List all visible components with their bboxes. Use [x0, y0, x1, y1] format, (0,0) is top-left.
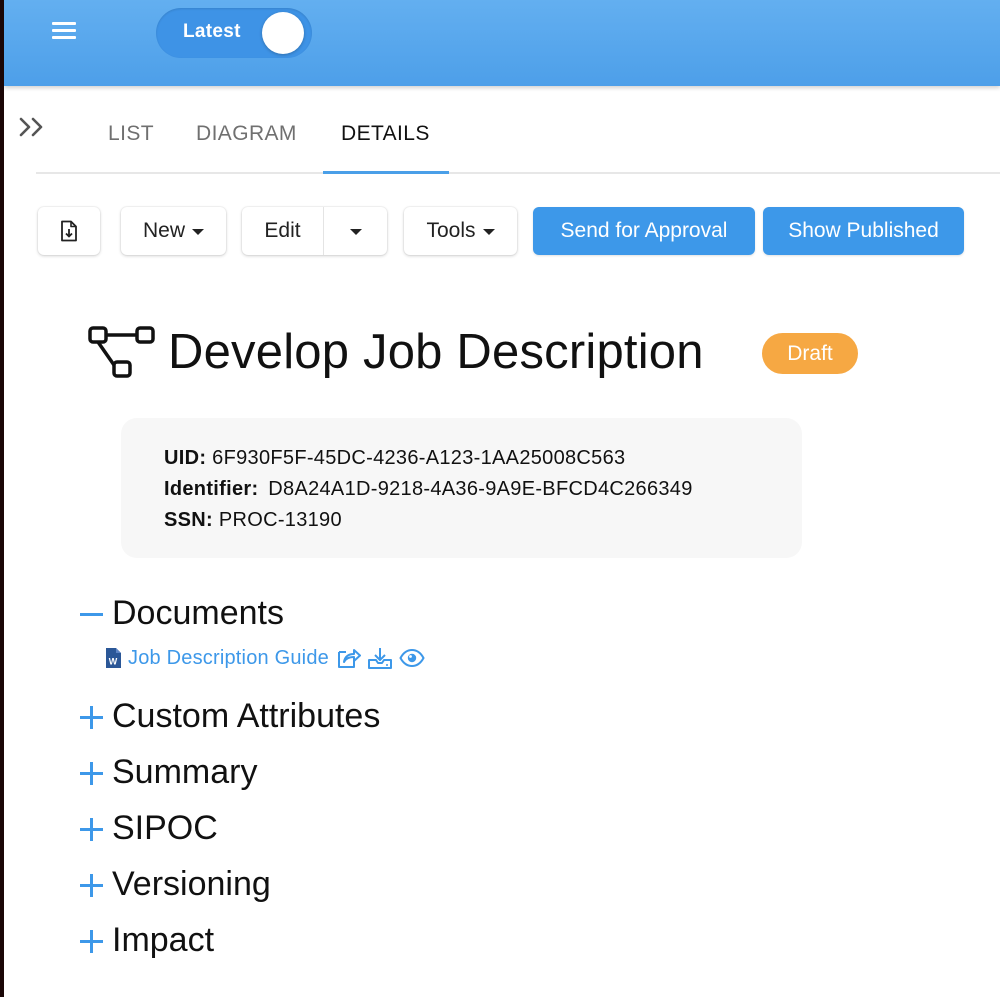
eye-icon[interactable]: [399, 645, 425, 671]
view-tabs: LIST DIAGRAM DETAILS: [36, 100, 1000, 174]
version-toggle-label: Latest: [183, 21, 241, 42]
uid-label: UID:: [164, 447, 207, 469]
version-toggle[interactable]: Latest: [156, 8, 312, 58]
page-title: Develop Job Description: [168, 325, 704, 379]
process-info-card: UID: 6F930F5F-45DC-4236-A123-1AA25008C56…: [121, 418, 802, 558]
section-summary[interactable]: Summary: [112, 753, 257, 792]
toggle-knob: [262, 12, 304, 54]
section-documents[interactable]: Documents: [112, 594, 284, 633]
tools-dropdown-button[interactable]: Tools: [404, 207, 517, 255]
expand-plus-icon[interactable]: [79, 761, 104, 786]
section-custom-attributes[interactable]: Custom Attributes: [112, 697, 380, 736]
expand-plus-icon[interactable]: [79, 929, 104, 954]
section-versioning[interactable]: Versioning: [112, 865, 271, 904]
edit-button-label: Edit: [264, 219, 301, 242]
expand-plus-icon[interactable]: [79, 817, 104, 842]
app-header: Latest: [4, 0, 1000, 86]
edit-button-group: Edit: [242, 207, 387, 255]
new-dropdown-button[interactable]: New: [121, 207, 226, 255]
tab-details[interactable]: DETAILS: [341, 122, 430, 146]
app-page: Latest LIST DIAGRAM DETAILS New Edit Too…: [0, 0, 1000, 997]
caret-down-icon: [482, 229, 495, 235]
show-published-label: Show Published: [788, 219, 939, 242]
active-tab-indicator: [323, 171, 449, 174]
word-file-icon: W: [106, 648, 121, 668]
identifier-value: D8A24A1D-9218-4A36-9A9E-BFCD4C266349: [268, 478, 693, 500]
send-for-approval-button[interactable]: Send for Approval: [533, 207, 755, 255]
process-flow-icon: [88, 326, 155, 378]
identifier-row: Identifier: D8A24A1D-9218-4A36-9A9E-BFCD…: [164, 478, 693, 501]
tab-list[interactable]: LIST: [108, 122, 154, 146]
ssn-label: SSN:: [164, 509, 213, 531]
send-for-approval-label: Send for Approval: [560, 219, 728, 242]
edit-dropdown-toggle[interactable]: [324, 207, 387, 255]
ssn-row: SSN: PROC-13190: [164, 509, 342, 532]
collapse-minus-icon[interactable]: [79, 602, 104, 627]
expand-plus-icon[interactable]: [79, 705, 104, 730]
export-file-button[interactable]: [38, 207, 100, 255]
document-item: W Job Description Guide: [105, 645, 425, 671]
uid-row: UID: 6F930F5F-45DC-4236-A123-1AA25008C56…: [164, 447, 625, 470]
uid-value: 6F930F5F-45DC-4236-A123-1AA25008C563: [212, 447, 626, 469]
tools-button-label: Tools: [426, 219, 476, 242]
new-button-label: New: [142, 219, 185, 242]
expand-plus-icon[interactable]: [79, 873, 104, 898]
section-sipoc[interactable]: SIPOC: [112, 809, 218, 848]
hamburger-menu-icon[interactable]: [48, 19, 80, 43]
edit-button[interactable]: Edit: [242, 207, 324, 255]
caret-down-icon: [192, 229, 204, 235]
document-link[interactable]: Job Description Guide: [128, 647, 329, 670]
show-published-button[interactable]: Show Published: [763, 207, 964, 255]
svg-text:W: W: [109, 657, 118, 667]
caret-down-icon: [349, 229, 362, 235]
identifier-label: Identifier:: [164, 478, 259, 500]
file-download-icon: [61, 220, 77, 242]
section-impact[interactable]: Impact: [112, 921, 214, 960]
window-edge: [0, 0, 4, 997]
share-icon[interactable]: [335, 645, 361, 671]
status-badge: Draft: [762, 333, 858, 374]
download-icon[interactable]: [367, 645, 393, 671]
ssn-value: PROC-13190: [218, 509, 342, 531]
tab-diagram[interactable]: DIAGRAM: [196, 122, 297, 146]
